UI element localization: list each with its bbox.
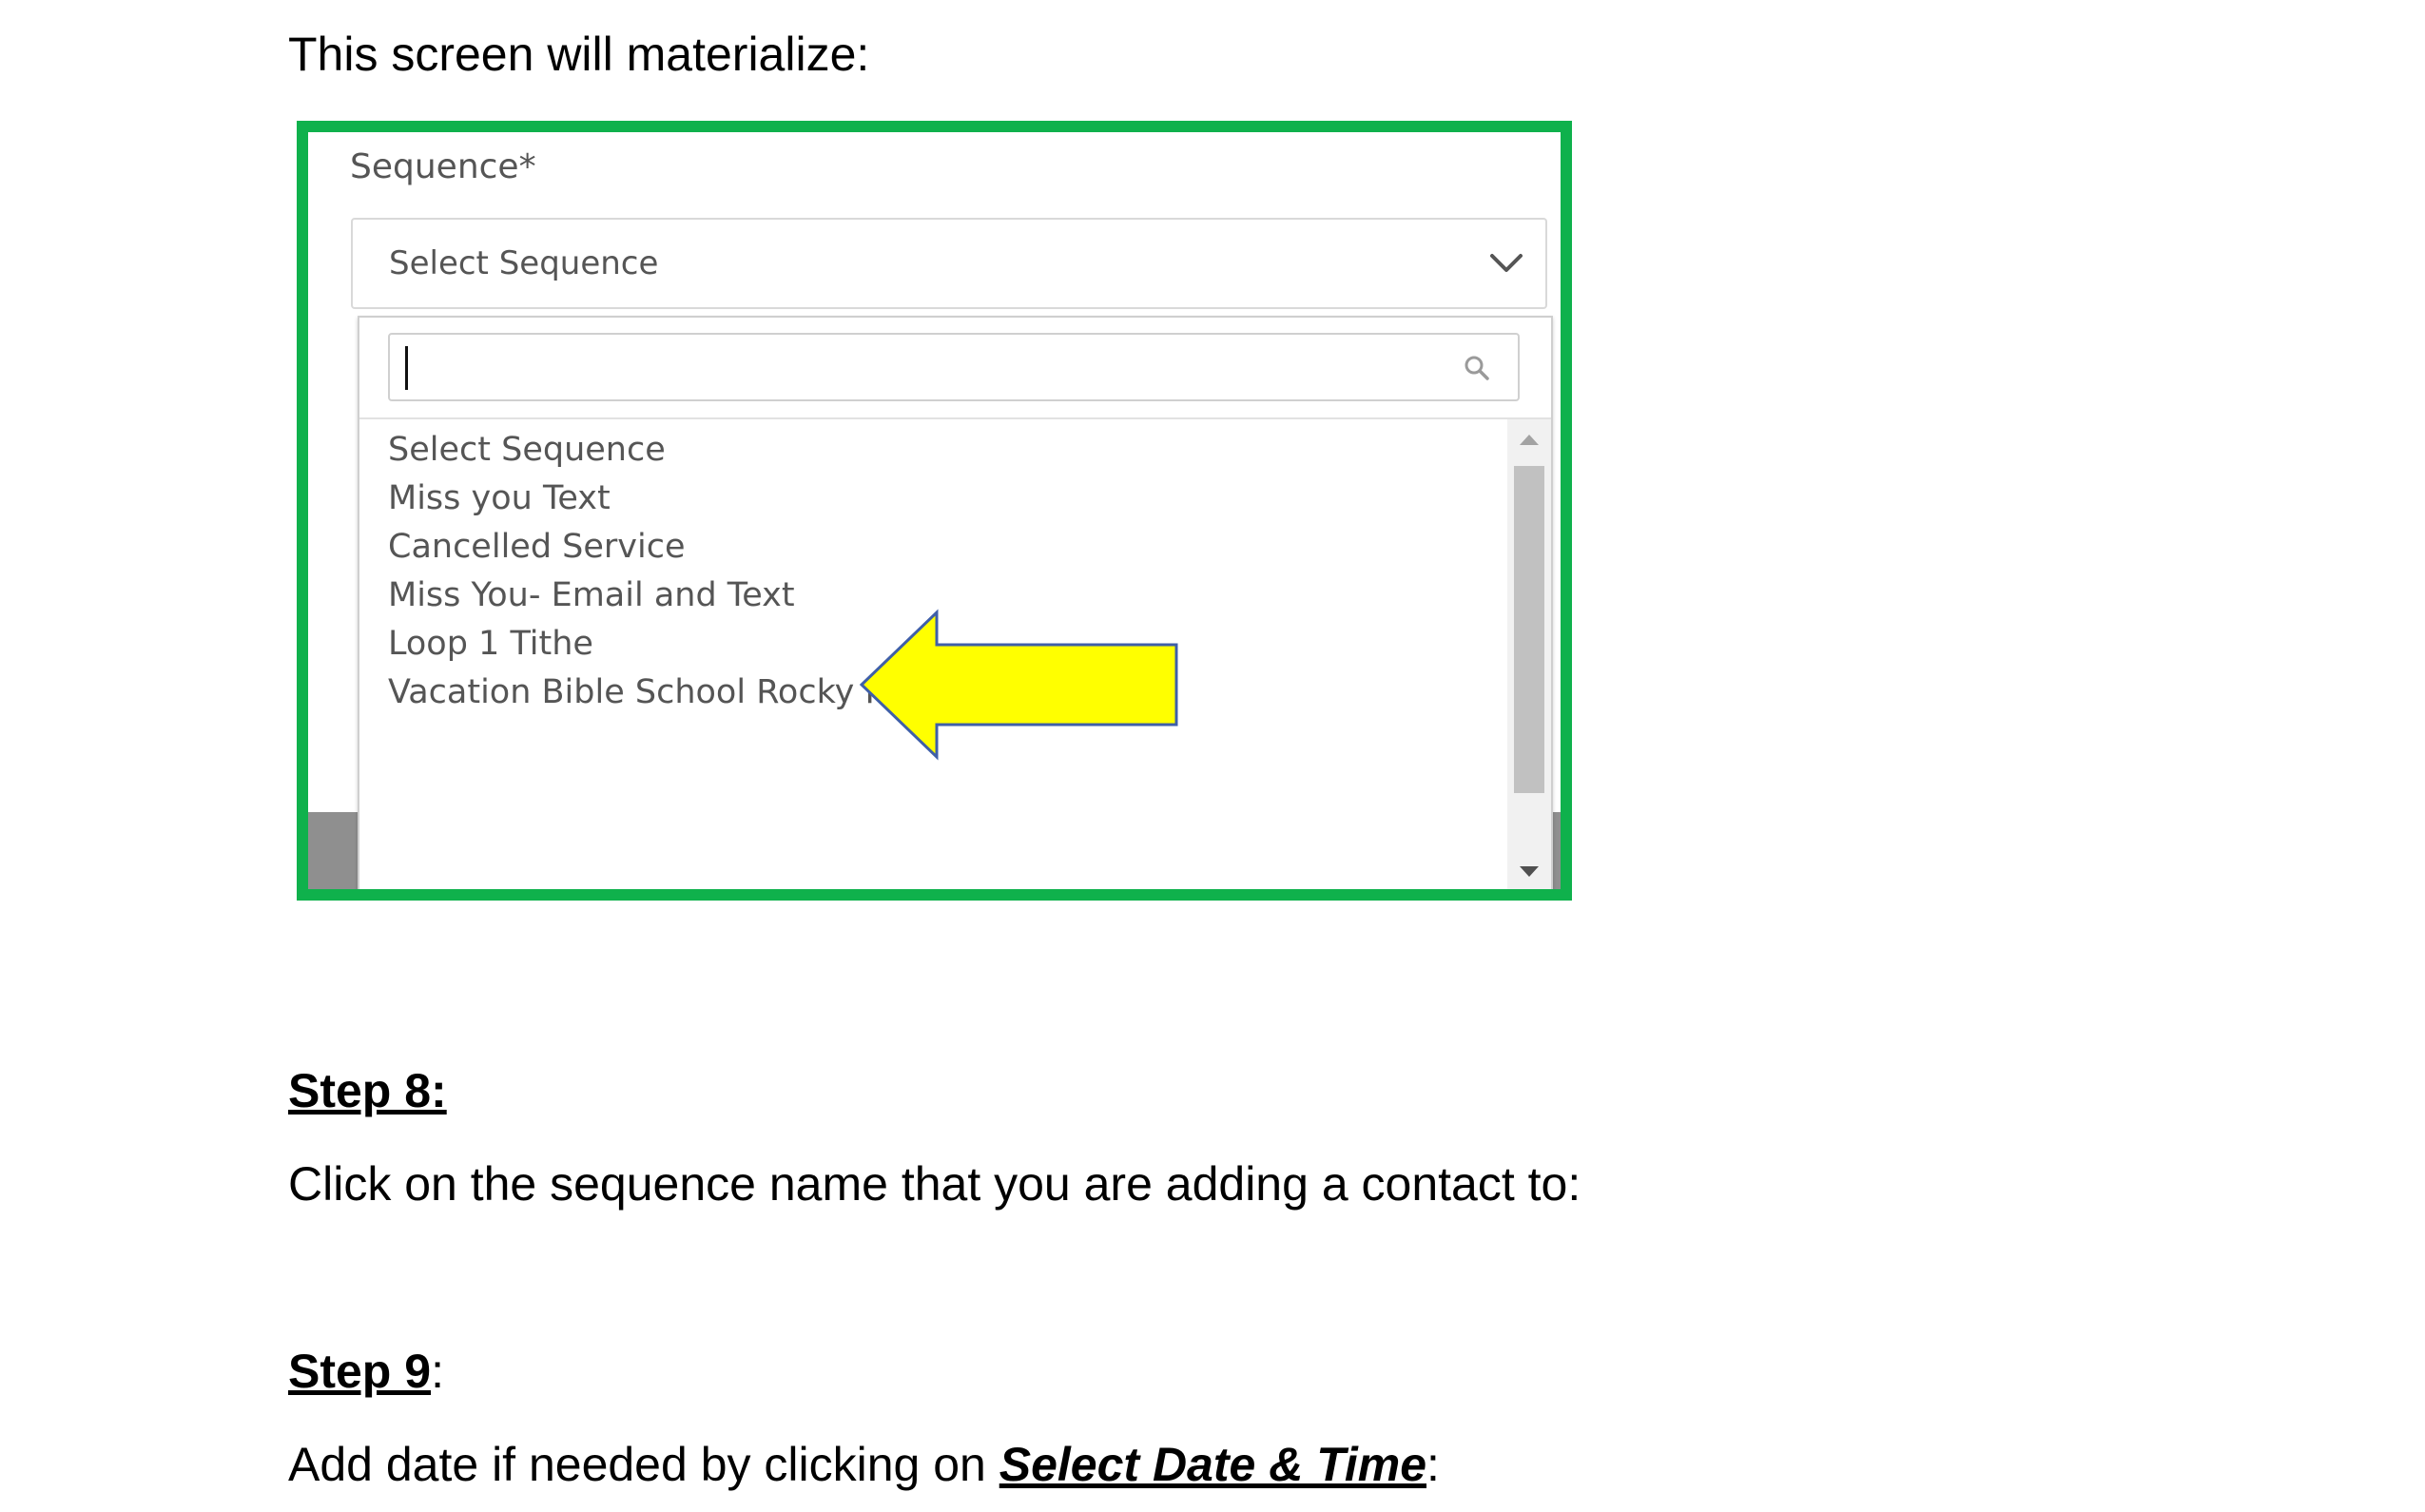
dropdown-scrollbar[interactable]	[1507, 419, 1551, 889]
step9-heading: Step 9	[288, 1345, 432, 1398]
step9-text-before: Add date if needed by clicking on	[288, 1438, 999, 1491]
intro-text: This screen will materialize:	[288, 28, 870, 81]
step8-text: Click on the sequence name that you are …	[288, 1157, 1581, 1211]
step9-heading-suffix: :	[431, 1345, 444, 1398]
arrow-left-icon	[859, 609, 1178, 761]
option-cancelled-service[interactable]: Cancelled Service	[388, 528, 686, 566]
search-icon	[1465, 356, 1489, 380]
sequence-select-value: Select Sequence	[389, 244, 659, 282]
sequence-search-input[interactable]	[388, 333, 1520, 401]
scroll-up-arrow-icon[interactable]	[1520, 435, 1539, 445]
scroll-thumb[interactable]	[1514, 466, 1544, 793]
option-miss-you-email-and-text[interactable]: Miss You- Email and Text	[388, 576, 795, 614]
select-date-time-reference: Select Date & Time	[999, 1438, 1427, 1491]
option-miss-you-text[interactable]: Miss you Text	[388, 479, 611, 517]
sequence-select[interactable]: Select Sequence	[351, 218, 1547, 309]
step9-text: Add date if needed by clicking on Select…	[288, 1436, 1440, 1493]
text-cursor	[405, 346, 408, 390]
step8-heading: Step 8:	[288, 1064, 447, 1117]
step8-line: Step 8:	[288, 1062, 447, 1119]
step9-text-after: :	[1426, 1438, 1440, 1491]
step9-line: Step 9:	[288, 1343, 444, 1400]
scroll-down-arrow-icon[interactable]	[1520, 866, 1539, 877]
option-select-sequence[interactable]: Select Sequence	[388, 431, 666, 469]
screenshot-figure: Sequence* Select Sequence Select Sequenc…	[297, 121, 1572, 901]
option-loop-1-tithe[interactable]: Loop 1 Tithe	[388, 625, 593, 663]
chevron-down-icon	[1490, 254, 1523, 272]
sequence-field-label: Sequence*	[350, 147, 536, 186]
